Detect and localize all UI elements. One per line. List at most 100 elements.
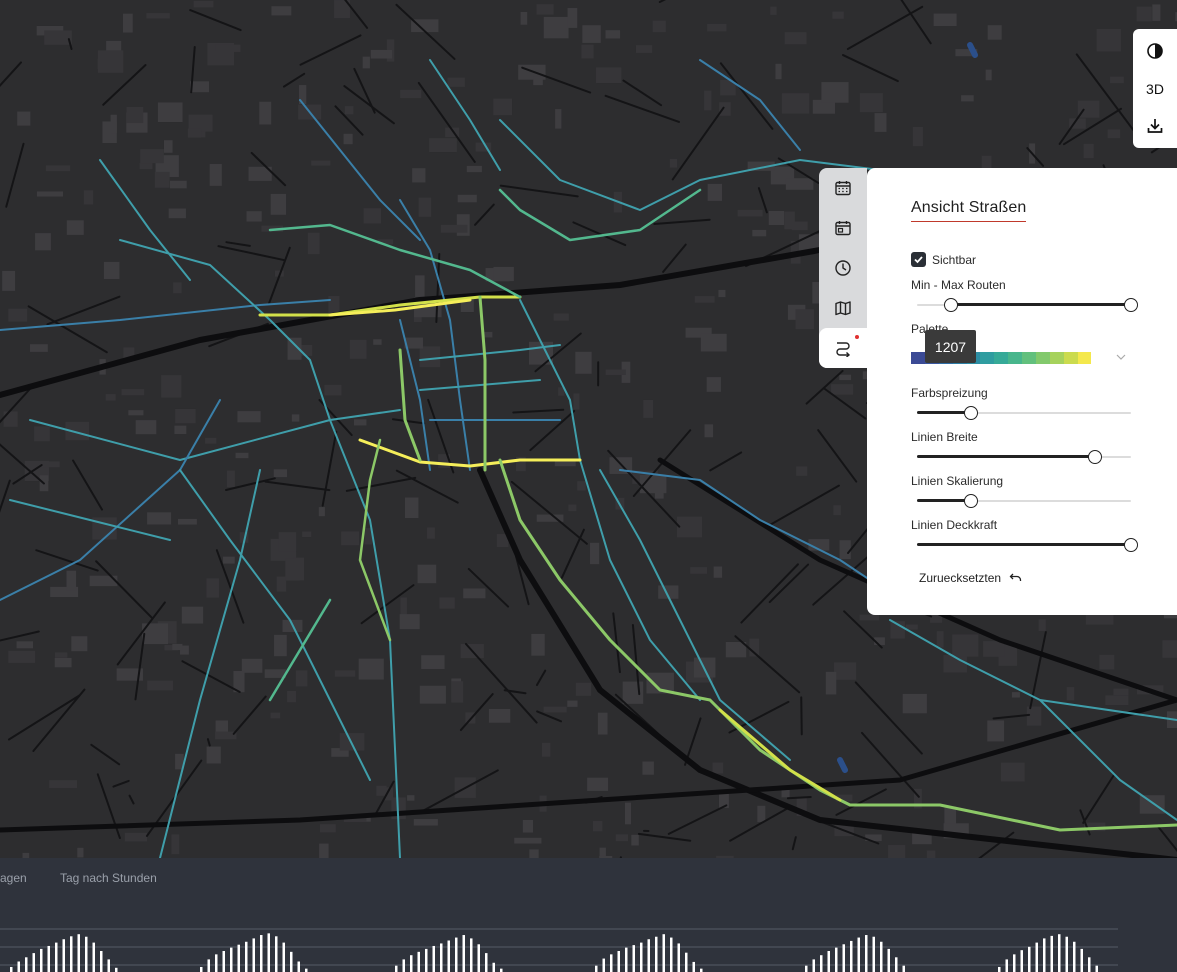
minmax-range-slider[interactable]	[917, 297, 1138, 313]
hour-bar[interactable]	[1028, 946, 1031, 972]
hour-bar[interactable]	[200, 966, 203, 972]
chevron-down-icon[interactable]	[1114, 350, 1128, 364]
hour-bar[interactable]	[692, 961, 696, 972]
hour-bar[interactable]	[32, 953, 36, 972]
visible-checkbox-row[interactable]: Sichtbar	[911, 252, 976, 267]
hour-bar[interactable]	[1043, 938, 1046, 972]
hour-bar[interactable]	[107, 959, 111, 972]
hour-bar[interactable]	[640, 942, 643, 972]
hour-bar[interactable]	[25, 957, 28, 972]
hour-bar[interactable]	[662, 934, 666, 972]
hour-bar[interactable]	[602, 958, 606, 972]
hour-bar[interactable]	[655, 936, 658, 972]
hour-bar[interactable]	[1065, 936, 1069, 972]
tab-calendar[interactable]	[819, 168, 867, 208]
tab-calendar-day[interactable]	[819, 208, 867, 248]
hour-bar[interactable]	[1020, 950, 1024, 972]
scale-slider[interactable]	[917, 493, 1131, 509]
hour-bar[interactable]	[245, 941, 248, 972]
hour-bar[interactable]	[1088, 957, 1091, 972]
hour-bar[interactable]	[477, 944, 481, 972]
reset-button[interactable]: Zuruecksetzten	[919, 571, 1023, 585]
spread-slider[interactable]	[917, 405, 1131, 421]
hour-bar[interactable]	[500, 968, 503, 972]
hour-bar[interactable]	[77, 934, 81, 972]
hour-bar[interactable]	[677, 943, 681, 972]
hour-bar[interactable]	[275, 936, 278, 972]
hour-bar[interactable]	[462, 935, 466, 972]
hour-bar[interactable]	[632, 945, 636, 972]
hour-bar[interactable]	[10, 966, 13, 972]
hour-bar[interactable]	[440, 943, 443, 972]
hour-bar[interactable]	[1058, 934, 1061, 972]
hour-bar[interactable]	[880, 941, 883, 972]
hour-bar[interactable]	[470, 938, 473, 972]
hour-bar[interactable]	[282, 942, 286, 972]
hour-bar[interactable]	[887, 948, 891, 972]
contrast-button[interactable]	[1133, 33, 1177, 69]
hour-bar[interactable]	[62, 939, 66, 972]
hour-bar[interactable]	[872, 936, 876, 972]
hour-bar[interactable]	[485, 953, 488, 972]
hour-bar[interactable]	[40, 948, 43, 972]
hour-bar[interactable]	[417, 951, 421, 972]
hour-bar[interactable]	[865, 935, 868, 972]
hour-bar[interactable]	[410, 955, 413, 972]
tab-time[interactable]	[819, 248, 867, 288]
hour-bar[interactable]	[55, 942, 58, 972]
hour-bar[interactable]	[820, 955, 823, 972]
hour-bar[interactable]	[812, 959, 816, 972]
hour-bar[interactable]	[447, 940, 451, 972]
hour-bar[interactable]	[425, 948, 428, 972]
hour-bar[interactable]	[1095, 965, 1099, 972]
hour-bar[interactable]	[260, 935, 263, 972]
hour-bar[interactable]	[1073, 941, 1076, 972]
hour-bar[interactable]	[85, 936, 88, 972]
hour-bar[interactable]	[17, 961, 21, 972]
hour-bar[interactable]	[305, 968, 308, 972]
hour-bar[interactable]	[998, 966, 1001, 972]
hour-bar[interactable]	[805, 965, 808, 972]
spread-handle[interactable]	[963, 406, 978, 420]
hour-bar[interactable]	[1050, 935, 1054, 972]
hour-bar[interactable]	[267, 933, 271, 972]
hour-bar[interactable]	[850, 940, 853, 972]
hour-bar[interactable]	[100, 951, 103, 972]
hour-bar[interactable]	[1005, 959, 1009, 972]
hour-bar[interactable]	[492, 962, 496, 972]
hour-bar[interactable]	[895, 957, 898, 972]
hour-bar[interactable]	[1035, 942, 1039, 972]
hour-bar[interactable]	[215, 954, 218, 972]
hour-bar[interactable]	[835, 947, 838, 972]
hour-bar[interactable]	[647, 939, 651, 972]
hour-bar[interactable]	[290, 951, 293, 972]
hour-bar[interactable]	[432, 945, 436, 972]
hour-bar[interactable]	[455, 937, 458, 972]
opacity-handle[interactable]	[1124, 538, 1138, 552]
hour-bar[interactable]	[222, 951, 226, 972]
hour-bar[interactable]	[252, 938, 256, 972]
tab-routes[interactable]	[819, 328, 867, 368]
hour-bar[interactable]	[1080, 948, 1084, 972]
scale-handle[interactable]	[963, 494, 978, 508]
hour-bar[interactable]	[70, 936, 73, 972]
minmax-min-handle[interactable]	[944, 298, 959, 312]
hour-bar[interactable]	[92, 942, 96, 972]
tab-map[interactable]	[819, 288, 867, 328]
hour-bar[interactable]	[902, 965, 906, 972]
hour-bar[interactable]	[857, 937, 861, 972]
hour-bar[interactable]	[670, 937, 673, 972]
hour-bar[interactable]	[402, 959, 406, 972]
hour-bar[interactable]	[617, 951, 621, 972]
hour-bar[interactable]	[595, 965, 598, 972]
hour-bar[interactable]	[230, 947, 233, 972]
visible-checkbox[interactable]	[911, 252, 926, 267]
hour-bar[interactable]	[685, 952, 688, 972]
width-slider[interactable]	[917, 449, 1131, 465]
minmax-max-handle[interactable]	[1124, 298, 1138, 312]
download-button[interactable]	[1133, 108, 1177, 144]
hour-bar[interactable]	[1013, 954, 1016, 972]
hour-bar[interactable]	[207, 959, 211, 972]
hour-bar[interactable]	[115, 967, 118, 972]
opacity-slider[interactable]	[917, 537, 1138, 553]
